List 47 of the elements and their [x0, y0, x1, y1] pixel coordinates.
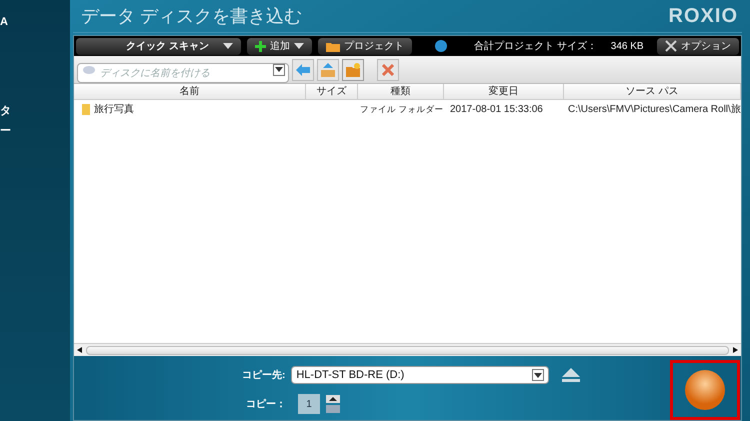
- close-icon: [382, 64, 394, 76]
- window-title: データ ディスクを書き込む: [81, 4, 302, 28]
- add-button[interactable]: 追加: [247, 38, 312, 54]
- new-folder-button[interactable]: [342, 58, 364, 80]
- back-button[interactable]: [292, 58, 314, 80]
- caret-icon: [294, 43, 304, 49]
- copies-label: コピー：: [246, 398, 286, 412]
- caret-icon: [223, 43, 233, 49]
- scroll-left-icon[interactable]: [77, 347, 82, 353]
- dropdown-icon[interactable]: [273, 64, 285, 76]
- plus-icon: [255, 40, 266, 52]
- horizontal-scrollbar[interactable]: [74, 343, 741, 356]
- scan-dropdown[interactable]: クイック スキャン: [76, 38, 241, 54]
- table-cell-text: 旅行写真: [94, 102, 134, 116]
- destination-label: コピー先:: [242, 368, 286, 382]
- column-header[interactable]: 変更日: [444, 84, 564, 99]
- dropdown-icon: [532, 369, 544, 381]
- burn-button[interactable]: [670, 360, 740, 420]
- project-size-value: 346 KB: [610, 40, 644, 54]
- sidebar-item[interactable]: ー: [0, 123, 70, 140]
- project-size-label: 合計プロジェクト サイズ：: [474, 40, 597, 54]
- orb-icon: [684, 369, 726, 411]
- copies-field[interactable]: 1: [298, 394, 320, 414]
- folder-icon: [82, 104, 90, 114]
- column-header[interactable]: サイズ: [306, 84, 358, 99]
- sidebar-item[interactable]: タ: [0, 102, 70, 119]
- refresh-icon[interactable]: [434, 39, 448, 53]
- disc-name-input[interactable]: ディスクに名前を付ける: [77, 63, 289, 83]
- left-arrow-icon: [296, 64, 310, 76]
- destination-dropdown[interactable]: HL-DT-ST BD-RE (D:): [291, 366, 550, 384]
- column-header[interactable]: ソース パス: [564, 84, 741, 99]
- spin-arrows-icon[interactable]: [326, 395, 340, 413]
- table-cell-text: ファイル フォルダー: [359, 102, 444, 116]
- project-button[interactable]: プロジェクト: [318, 38, 412, 54]
- eject-icon[interactable]: [561, 368, 582, 382]
- sidebar-item[interactable]: A: [0, 14, 70, 30]
- up-folder-button[interactable]: [317, 58, 339, 80]
- table-cell-text: 2017-08-01 15:33:06: [449, 102, 544, 116]
- scroll-right-icon[interactable]: [733, 347, 738, 353]
- folder-icon: [326, 40, 340, 52]
- options-button[interactable]: オプション: [657, 38, 739, 54]
- disc-icon: [82, 64, 96, 74]
- delete-button[interactable]: [377, 58, 399, 80]
- logo: ROXIO: [668, 4, 738, 29]
- table-cell-text: C:\Users\FMV\Pictures\Camera Roll\旅: [567, 102, 741, 116]
- column-header[interactable]: 名前: [74, 84, 306, 99]
- column-header[interactable]: 種類: [358, 84, 444, 99]
